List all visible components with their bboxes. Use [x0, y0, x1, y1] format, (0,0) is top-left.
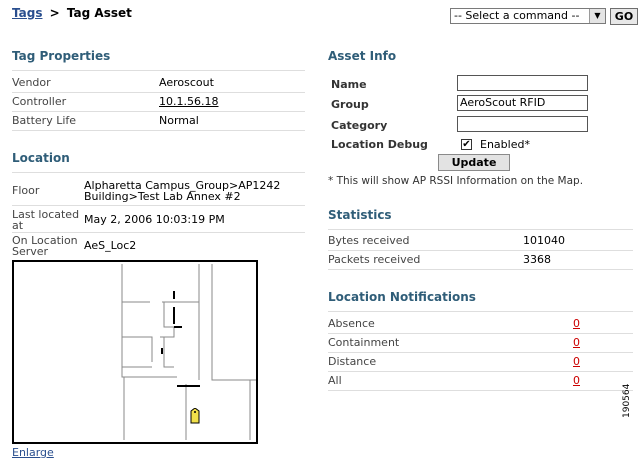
- command-select-value: -- Select a command --: [454, 9, 580, 22]
- all-count-link[interactable]: 0: [573, 374, 580, 387]
- location-debug-checkbox[interactable]: ✔: [461, 139, 472, 150]
- divider: [12, 172, 305, 173]
- floor-map[interactable]: [12, 260, 258, 444]
- location-server-label: On Location Server: [12, 235, 78, 257]
- divider: [328, 229, 633, 230]
- breadcrumb: Tags > Tag Asset: [12, 6, 132, 20]
- vendor-value: Aeroscout: [159, 76, 214, 89]
- table-row: Packets received 3368: [328, 251, 633, 270]
- last-located-label: Last located at: [12, 209, 79, 231]
- enlarge-link[interactable]: Enlarge: [12, 446, 54, 459]
- location-notifications-title: Location Notifications: [328, 290, 476, 304]
- row-label: Battery Life: [12, 114, 77, 127]
- divider: [12, 70, 305, 71]
- table-row: Vendor Aeroscout: [12, 74, 305, 93]
- breadcrumb-tags-link[interactable]: Tags: [12, 6, 42, 20]
- statistics-title: Statistics: [328, 208, 392, 222]
- location-server-value: AeS_Loc2: [84, 239, 137, 252]
- row-label: Absence: [328, 317, 375, 330]
- figure-number: 190564: [622, 383, 632, 418]
- update-button[interactable]: Update: [438, 154, 510, 171]
- battery-life-value: Normal: [159, 114, 199, 127]
- label-line: at: [12, 219, 24, 232]
- label-line: Server: [12, 245, 49, 258]
- row-label: Containment: [328, 336, 400, 349]
- floor-value: Alpharetta Campus_Group>AP1242 Building>…: [84, 180, 280, 202]
- row-label: Packets received: [328, 253, 421, 266]
- divider: [12, 232, 305, 233]
- table-row: All 0: [328, 372, 633, 391]
- row-label: Distance: [328, 355, 377, 368]
- name-input[interactable]: [457, 75, 588, 91]
- row-label: Bytes received: [328, 234, 410, 247]
- group-label: Group: [331, 98, 369, 111]
- asset-info-title: Asset Info: [328, 49, 397, 63]
- table-row: Distance 0: [328, 353, 633, 372]
- divider: [328, 311, 633, 312]
- command-select[interactable]: -- Select a command -- ▼: [450, 8, 606, 24]
- tag-marker-icon[interactable]: [189, 408, 201, 424]
- floor-label: Floor: [12, 184, 40, 197]
- go-button[interactable]: GO: [610, 8, 638, 25]
- last-located-value: May 2, 2006 10:03:19 PM: [84, 213, 225, 226]
- location-debug-option: Enabled*: [480, 138, 530, 151]
- table-row: Absence 0: [328, 315, 633, 334]
- page-title: Tag Asset: [66, 6, 132, 20]
- location-debug-label: Location Debug: [331, 138, 428, 151]
- table-row: Containment 0: [328, 334, 633, 353]
- group-input[interactable]: AeroScout RFID: [457, 95, 588, 111]
- location-title: Location: [12, 151, 70, 165]
- divider: [12, 205, 305, 206]
- controller-link[interactable]: 10.1.56.18: [159, 95, 218, 108]
- row-label: Vendor: [12, 76, 51, 89]
- category-input[interactable]: [457, 116, 588, 132]
- row-label: All: [328, 374, 342, 387]
- floor-value-line: Building>Test Lab Annex #2: [84, 190, 241, 203]
- tag-properties-title: Tag Properties: [12, 49, 111, 63]
- containment-count-link[interactable]: 0: [573, 336, 580, 349]
- absence-count-link[interactable]: 0: [573, 317, 580, 330]
- name-label: Name: [331, 78, 367, 91]
- breadcrumb-separator: >: [49, 6, 60, 20]
- table-row: Controller 10.1.56.18: [12, 93, 305, 112]
- chevron-down-icon[interactable]: ▼: [589, 9, 605, 23]
- rssi-note: * This will show AP RSSI Information on …: [328, 175, 584, 187]
- row-label: Controller: [12, 95, 67, 108]
- bytes-received-value: 101040: [523, 234, 565, 247]
- category-label: Category: [331, 119, 388, 132]
- distance-count-link[interactable]: 0: [573, 355, 580, 368]
- table-row: Battery Life Normal: [12, 112, 305, 131]
- floor-plan-drawing: [121, 264, 256, 440]
- packets-received-value: 3368: [523, 253, 551, 266]
- table-row: Bytes received 101040: [328, 232, 633, 251]
